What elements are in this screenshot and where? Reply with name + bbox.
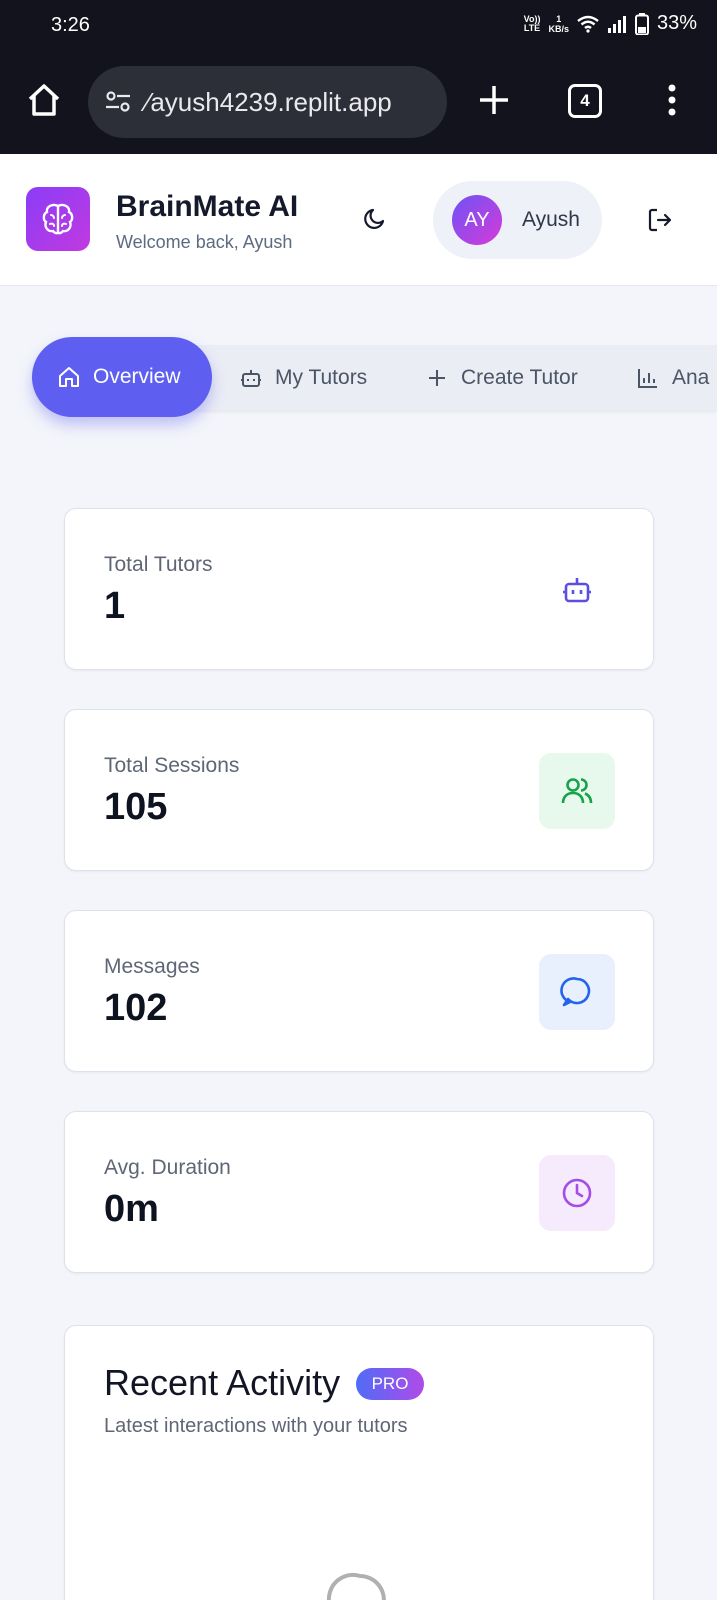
stat-value: 105 <box>104 786 168 828</box>
stat-icon-box <box>539 954 615 1030</box>
section-subtitle: Latest interactions with your tutors <box>104 1415 408 1437</box>
volte-indicator: Vo)) LTE <box>523 13 541 33</box>
tab-label: Create Tutor <box>461 365 578 389</box>
tab-label: My Tutors <box>275 365 368 389</box>
tab-label: Ana <box>672 365 710 389</box>
battery-icon <box>634 12 649 35</box>
url-text[interactable]: ⁄ayush4239.replit.app <box>146 87 392 118</box>
stat-label: Messages <box>104 955 200 978</box>
home-icon <box>59 367 79 387</box>
avatar: AY <box>452 195 502 245</box>
stat-label: Total Tutors <box>104 553 213 576</box>
tab-overview[interactable]: Overview <box>32 337 212 417</box>
battery-percentage: 33% <box>656 12 697 34</box>
stat-value: 1 <box>104 585 126 627</box>
browser-toolbar: ⁄ayush4239.replit.app 4 <box>0 50 717 154</box>
status-time: 3:26 <box>51 14 90 36</box>
brain-icon <box>42 203 74 235</box>
network-speed: 1 KB/s <box>548 13 569 34</box>
address-bar[interactable]: ⁄ayush4239.replit.app <box>88 66 447 138</box>
app-logo <box>26 187 90 251</box>
moon-icon[interactable] <box>362 206 388 232</box>
section-title: Recent Activity <box>104 1362 341 1403</box>
user-profile-chip[interactable]: AY Ayush <box>433 181 602 259</box>
stat-label: Avg. Duration <box>104 1156 231 1179</box>
users-icon <box>561 778 593 804</box>
tab-my-tutors[interactable]: My Tutors <box>239 345 367 410</box>
stat-card-messages: Messages 102 <box>64 910 654 1072</box>
clock-icon <box>562 1178 592 1208</box>
user-name: Ayush <box>522 208 580 231</box>
bar-chart-icon <box>638 368 657 388</box>
stat-label: Total Sessions <box>104 754 240 777</box>
logout-icon[interactable] <box>646 206 674 234</box>
plus-icon <box>429 369 445 386</box>
app-header: BrainMate AI Welcome back, Ayush AY Ayus… <box>0 154 717 286</box>
tab-analytics[interactable]: Ana <box>636 345 709 410</box>
stat-value: 0m <box>104 1188 159 1230</box>
stat-icon-box <box>539 552 615 628</box>
stat-icon-box <box>539 753 615 829</box>
stat-value: 102 <box>104 987 168 1029</box>
stat-card-avg-duration: Avg. Duration 0m <box>64 1111 654 1273</box>
new-tab-icon[interactable] <box>474 80 514 120</box>
status-icons: Vo)) LTE 1 KB/s 33% <box>524 12 697 35</box>
stat-icon-box <box>539 1155 615 1231</box>
site-settings-icon[interactable] <box>104 88 132 116</box>
message-icon <box>326 1572 386 1600</box>
stat-card-total-sessions: Total Sessions 105 <box>64 709 654 871</box>
robot-icon <box>563 578 591 603</box>
tab-label: Overview <box>93 365 181 388</box>
recent-activity-card: Recent Activity PRO Latest interactions … <box>64 1325 654 1600</box>
more-menu-icon[interactable] <box>660 80 684 120</box>
tab-switcher-button[interactable]: 4 <box>568 84 602 118</box>
message-icon <box>560 977 591 1007</box>
pro-badge: PRO <box>356 1368 424 1400</box>
welcome-message: Welcome back, Ayush <box>116 232 293 252</box>
robot-icon <box>241 369 261 387</box>
status-bar: 3:26 Vo)) LTE 1 KB/s 33% <box>0 0 717 50</box>
wifi-icon <box>577 15 599 33</box>
stat-card-total-tutors: Total Tutors 1 <box>64 508 654 670</box>
home-icon[interactable] <box>24 80 64 120</box>
app-title: BrainMate AI <box>116 190 299 223</box>
tab-create-tutor[interactable]: Create Tutor <box>425 345 578 410</box>
signal-icon <box>607 15 626 33</box>
